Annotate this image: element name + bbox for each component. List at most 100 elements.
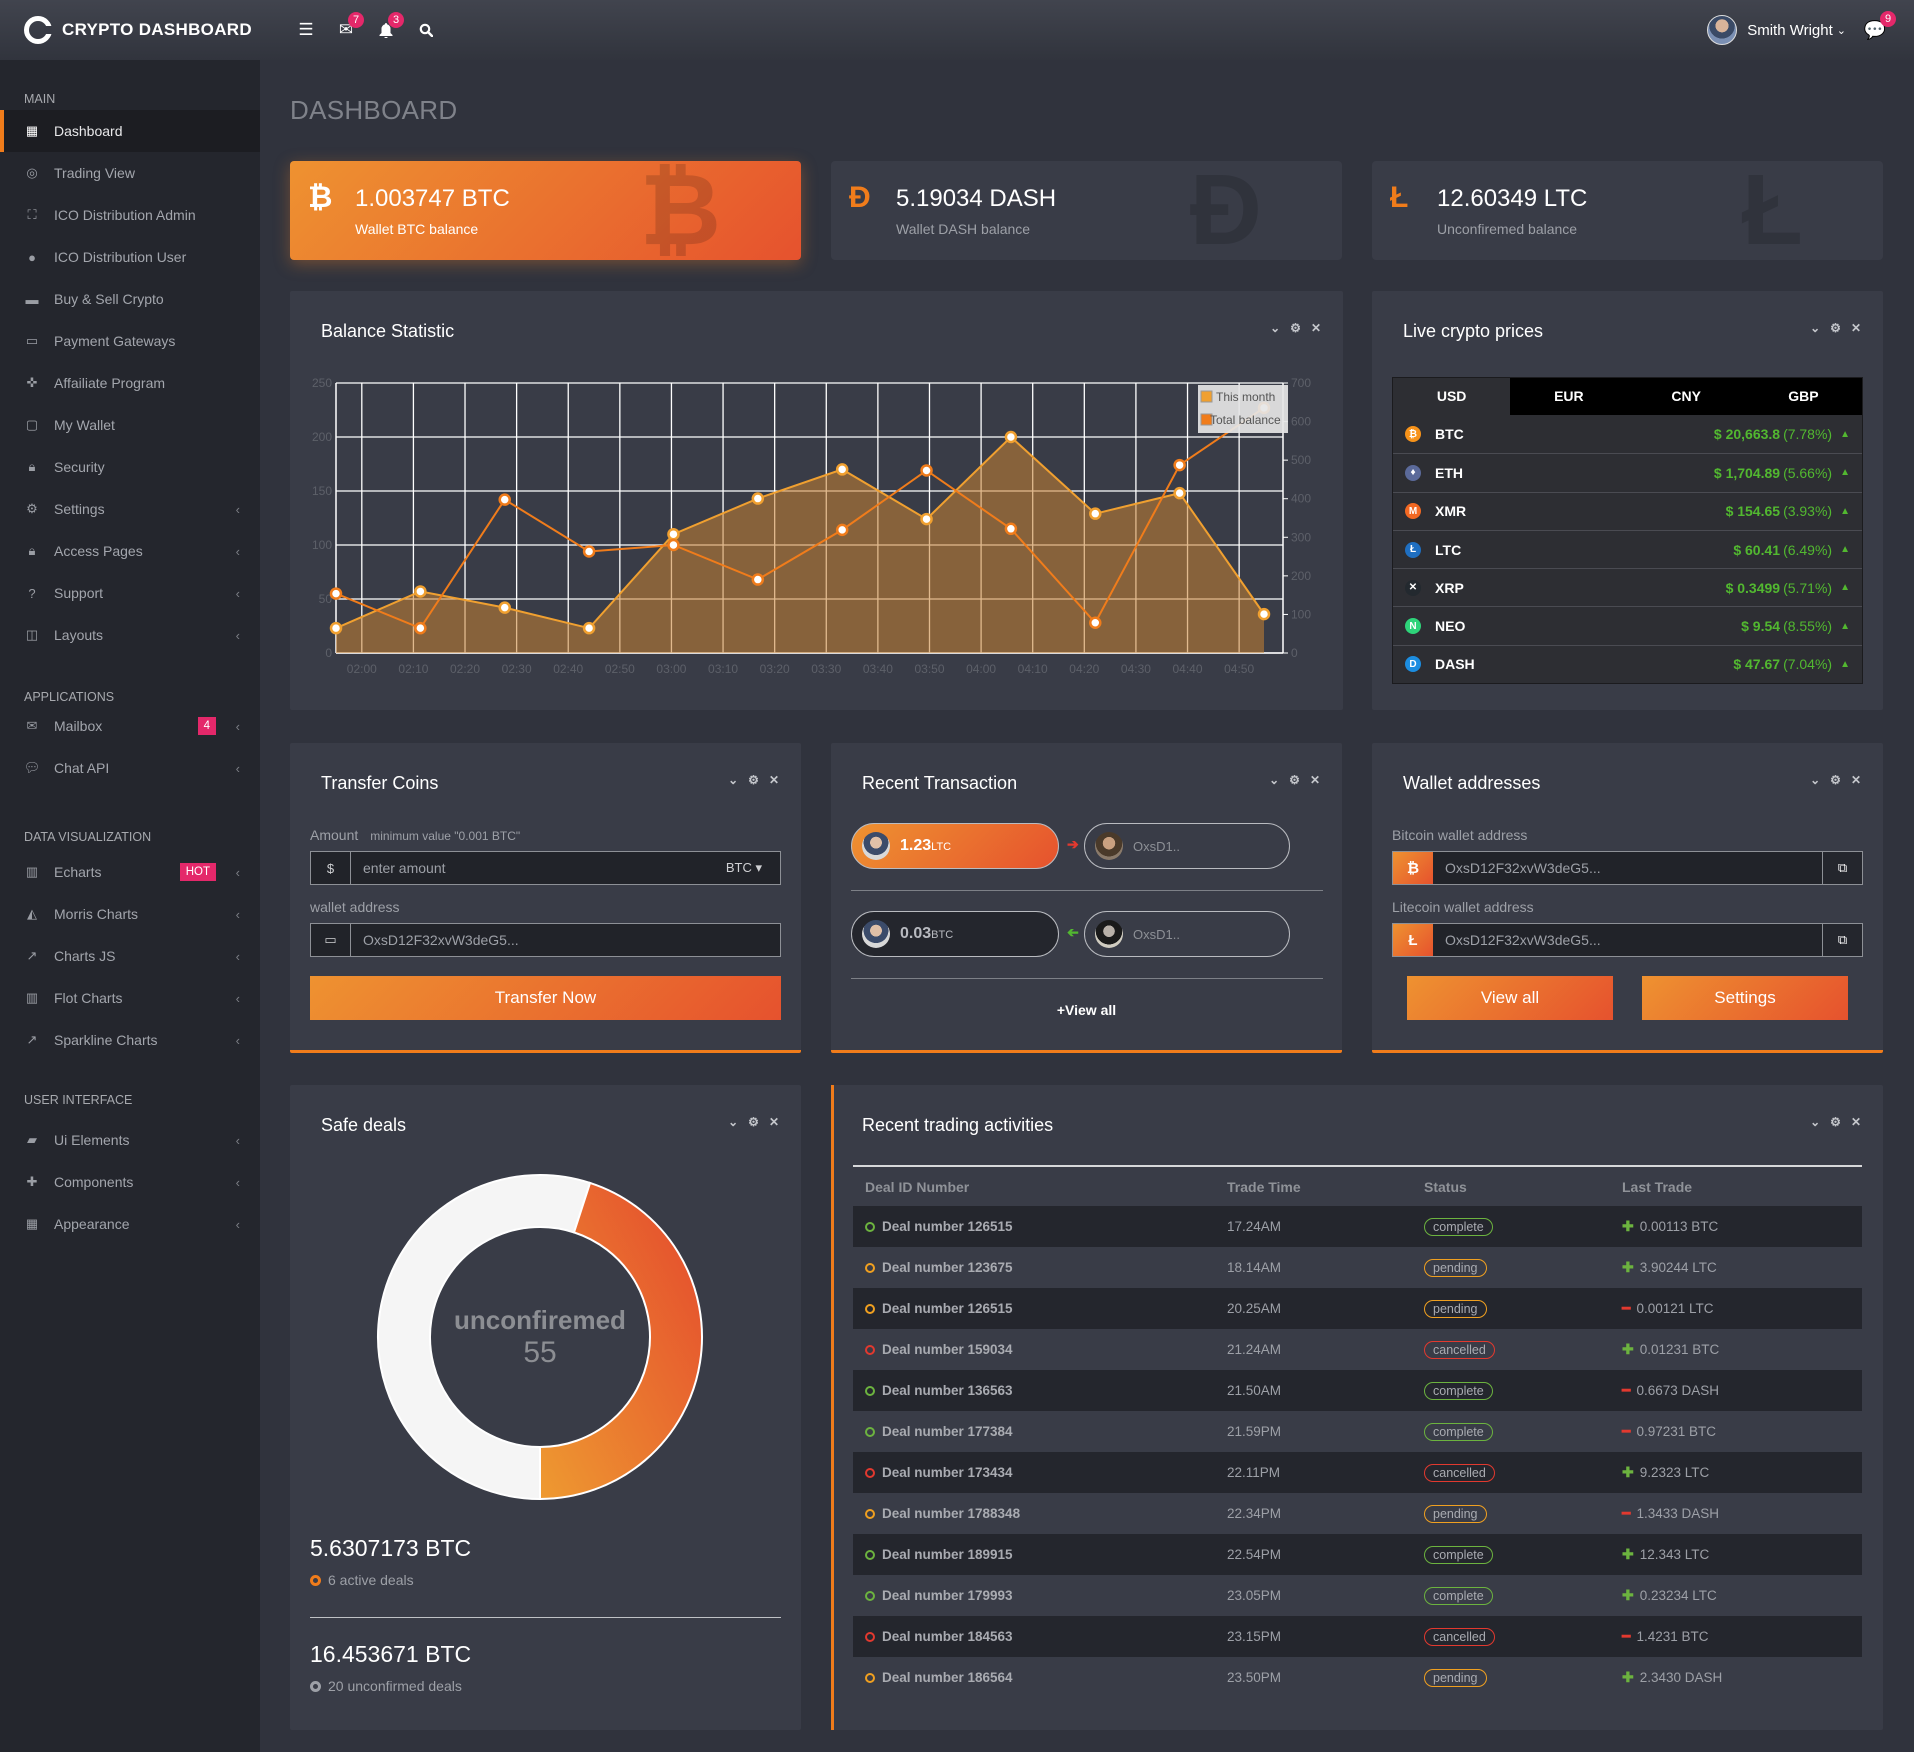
- column-header[interactable]: Status: [1424, 1179, 1622, 1195]
- brand[interactable]: CRYPTO DASHBOARD: [0, 0, 260, 60]
- sidebar-item-support[interactable]: ? Support ‹: [0, 572, 260, 614]
- sidebar-item-my-wallet[interactable]: ▢ My Wallet: [0, 404, 260, 446]
- menu-toggle-button[interactable]: ☰: [286, 10, 326, 50]
- sidebar-item-settings[interactable]: ⚙ Settings ‹: [0, 488, 260, 530]
- price-row[interactable]: M XMR $ 154.65 (3.93%) ▲: [1393, 491, 1862, 530]
- table-row[interactable]: Deal number 189915 22.54PM complete ✚ 12.343…: [853, 1534, 1862, 1575]
- tx-address-pill[interactable]: OxsD1..: [1084, 911, 1290, 957]
- table-row[interactable]: Deal number 184563 23.15PM cancelled ━ 1.423…: [853, 1616, 1862, 1657]
- litecoin-address-input[interactable]: [1433, 924, 1822, 956]
- sidebar-item-flot-charts[interactable]: ▥ Flot Charts ‹: [0, 977, 260, 1019]
- copy-icon[interactable]: ⧉: [1822, 924, 1862, 956]
- sidebar-item-echarts[interactable]: ▥ Echarts HOT ‹: [0, 851, 260, 893]
- table-row[interactable]: Deal number 177384 21.59PM complete ━ 0.9723…: [853, 1411, 1862, 1452]
- plus-icon: ✚: [1622, 1546, 1634, 1562]
- status-badge: pending: [1424, 1259, 1487, 1277]
- gear-icon[interactable]: ⚙: [1830, 1115, 1841, 1129]
- table-row[interactable]: Deal number 136563 21.50AM complete ━ 0.6673…: [853, 1370, 1862, 1411]
- sidebar-item-chat-api[interactable]: 💬︎ Chat API ‹: [0, 747, 260, 789]
- tab-eur[interactable]: EUR: [1510, 378, 1627, 415]
- sidebar-item-ui-elements[interactable]: ▰ Ui Elements ‹: [0, 1119, 260, 1161]
- table-row[interactable]: Deal number 1788348 22.34PM pending ━ 1.3433…: [853, 1493, 1862, 1534]
- close-icon[interactable]: ✕: [1851, 773, 1861, 787]
- sidebar-item-access-pages[interactable]: 🔒︎ Access Pages ‹: [0, 530, 260, 572]
- close-icon[interactable]: ✕: [1851, 1115, 1861, 1129]
- sidebar-item-buy-sell-crypto[interactable]: ▬ Buy & Sell Crypto: [0, 278, 260, 320]
- sidebar-item-ico-distribution-user[interactable]: ● ICO Distribution User: [0, 236, 260, 278]
- sidebar-item-payment-gateways[interactable]: ▭ Payment Gateways: [0, 320, 260, 362]
- chat-button[interactable]: 💬 9: [1860, 11, 1896, 45]
- settings-button[interactable]: Settings: [1642, 976, 1848, 1020]
- view-all-link[interactable]: +View all: [831, 1002, 1342, 1018]
- column-header[interactable]: Trade Time: [1227, 1179, 1424, 1195]
- tx-amount-pill[interactable]: 1.23LTC: [851, 823, 1059, 869]
- sidebar-item-charts-js[interactable]: ↗ Charts JS ‹: [0, 935, 260, 977]
- sidebar-item-label: Mailbox: [54, 718, 103, 734]
- status-badge: cancelled: [1424, 1464, 1495, 1482]
- tx-amount-pill[interactable]: 0.03BTC: [851, 911, 1059, 957]
- sidebar-badge: HOT: [179, 863, 216, 881]
- collapse-icon[interactable]: ⌄: [728, 1115, 738, 1129]
- sidebar-item-morris-charts[interactable]: ◭ Morris Charts ‹: [0, 893, 260, 935]
- price-row[interactable]: ✕ XRP $ 0.3499 (5.71%) ▲: [1393, 568, 1862, 606]
- price-row[interactable]: ♦ ETH $ 1,704.89 (5.66%) ▲: [1393, 453, 1862, 491]
- table-row[interactable]: Deal number 126515 20.25AM pending ━ 0.00121…: [853, 1288, 1862, 1329]
- collapse-icon[interactable]: ⌄: [1810, 1115, 1820, 1129]
- gear-icon[interactable]: ⚙: [1830, 773, 1841, 787]
- gear-icon[interactable]: ⚙: [748, 773, 759, 787]
- price-row[interactable]: ₿ BTC $ 20,663.8 (7.78%) ▲: [1393, 415, 1862, 453]
- sidebar-item-sparkline-charts[interactable]: ↗ Sparkline Charts ‹: [0, 1019, 260, 1061]
- close-icon[interactable]: ✕: [1851, 321, 1861, 335]
- copy-icon[interactable]: ⧉: [1822, 852, 1862, 884]
- tab-gbp[interactable]: GBP: [1745, 378, 1862, 415]
- transfer-now-button[interactable]: Transfer Now: [310, 976, 781, 1020]
- tx-address-pill[interactable]: OxsD1..: [1084, 823, 1290, 869]
- price-row[interactable]: D DASH $ 47.67 (7.04%) ▲: [1393, 644, 1862, 683]
- collapse-icon[interactable]: ⌄: [1269, 773, 1279, 787]
- sidebar-item-security[interactable]: 🔒︎ Security: [0, 446, 260, 488]
- user-name: Smith Wright: [1747, 21, 1833, 39]
- notifications-button[interactable]: 3: [366, 10, 406, 50]
- collapse-icon[interactable]: ⌄: [1810, 773, 1820, 787]
- table-row[interactable]: Deal number 179993 23.05PM complete ✚ 0.2323…: [853, 1575, 1862, 1616]
- sidebar-item-appearance[interactable]: ▦ Appearance ‹: [0, 1203, 260, 1245]
- table-row[interactable]: Deal number 173434 22.11PM cancelled ✚ 9.232…: [853, 1452, 1862, 1493]
- view-all-button[interactable]: View all: [1407, 976, 1613, 1020]
- amount-input[interactable]: [351, 852, 726, 884]
- gear-icon[interactable]: ⚙: [1289, 773, 1300, 787]
- search-button[interactable]: [406, 10, 446, 50]
- status-dot-icon: [865, 1385, 875, 1396]
- messages-button[interactable]: ✉ 7: [326, 10, 366, 50]
- table-row[interactable]: Deal number 123675 18.14AM pending ✚ 3.90244…: [853, 1247, 1862, 1288]
- chevron-left-icon: ‹: [235, 501, 240, 517]
- bitcoin-watermark-icon: ₿: [639, 161, 722, 260]
- close-icon[interactable]: ✕: [1310, 773, 1320, 787]
- tab-cny[interactable]: CNY: [1628, 378, 1745, 415]
- price-row[interactable]: N NEO $ 9.54 (8.55%) ▲: [1393, 606, 1862, 644]
- gear-icon[interactable]: ⚙: [1830, 321, 1841, 335]
- sidebar-item-dashboard[interactable]: ▦ Dashboard: [0, 110, 260, 152]
- close-icon[interactable]: ✕: [769, 1115, 779, 1129]
- gear-icon[interactable]: ⚙: [748, 1115, 759, 1129]
- card-tools: ⌄ ⚙ ✕: [1810, 773, 1861, 787]
- tab-usd[interactable]: USD: [1393, 378, 1511, 415]
- wallet-address-input[interactable]: [351, 924, 780, 956]
- bitcoin-address-input[interactable]: [1433, 852, 1822, 884]
- sidebar-item-layouts[interactable]: ◫ Layouts ‹: [0, 614, 260, 656]
- sidebar-item-mailbox[interactable]: ✉ Mailbox 4 ‹: [0, 705, 260, 747]
- sidebar-item-trading-view[interactable]: ◎ Trading View: [0, 152, 260, 194]
- close-icon[interactable]: ✕: [769, 773, 779, 787]
- currency-dropdown[interactable]: BTC ▾: [726, 860, 780, 876]
- user-menu[interactable]: Smith Wright ⌄: [1707, 15, 1846, 45]
- sidebar-item-affailiate-program[interactable]: ✜ Affailiate Program: [0, 362, 260, 404]
- table-row[interactable]: Deal number 126515 17.24AM complete ✚ 0.0011…: [853, 1206, 1862, 1247]
- price-row[interactable]: Ł LTC $ 60.41 (6.49%) ▲: [1393, 529, 1862, 568]
- table-row[interactable]: Deal number 159034 21.24AM cancelled ✚ 0.012…: [853, 1329, 1862, 1370]
- sidebar-item-components[interactable]: ✚ Components ‹: [0, 1161, 260, 1203]
- sidebar-item-ico-distribution-admin[interactable]: ⛶ ICO Distribution Admin: [0, 194, 260, 236]
- collapse-icon[interactable]: ⌄: [728, 773, 738, 787]
- collapse-icon[interactable]: ⌄: [1810, 321, 1820, 335]
- column-header[interactable]: Last Trade: [1622, 1179, 1862, 1195]
- table-row[interactable]: Deal number 186564 23.50PM pending ✚ 2.3430 …: [853, 1657, 1862, 1698]
- column-header[interactable]: Deal ID Number: [853, 1179, 1227, 1195]
